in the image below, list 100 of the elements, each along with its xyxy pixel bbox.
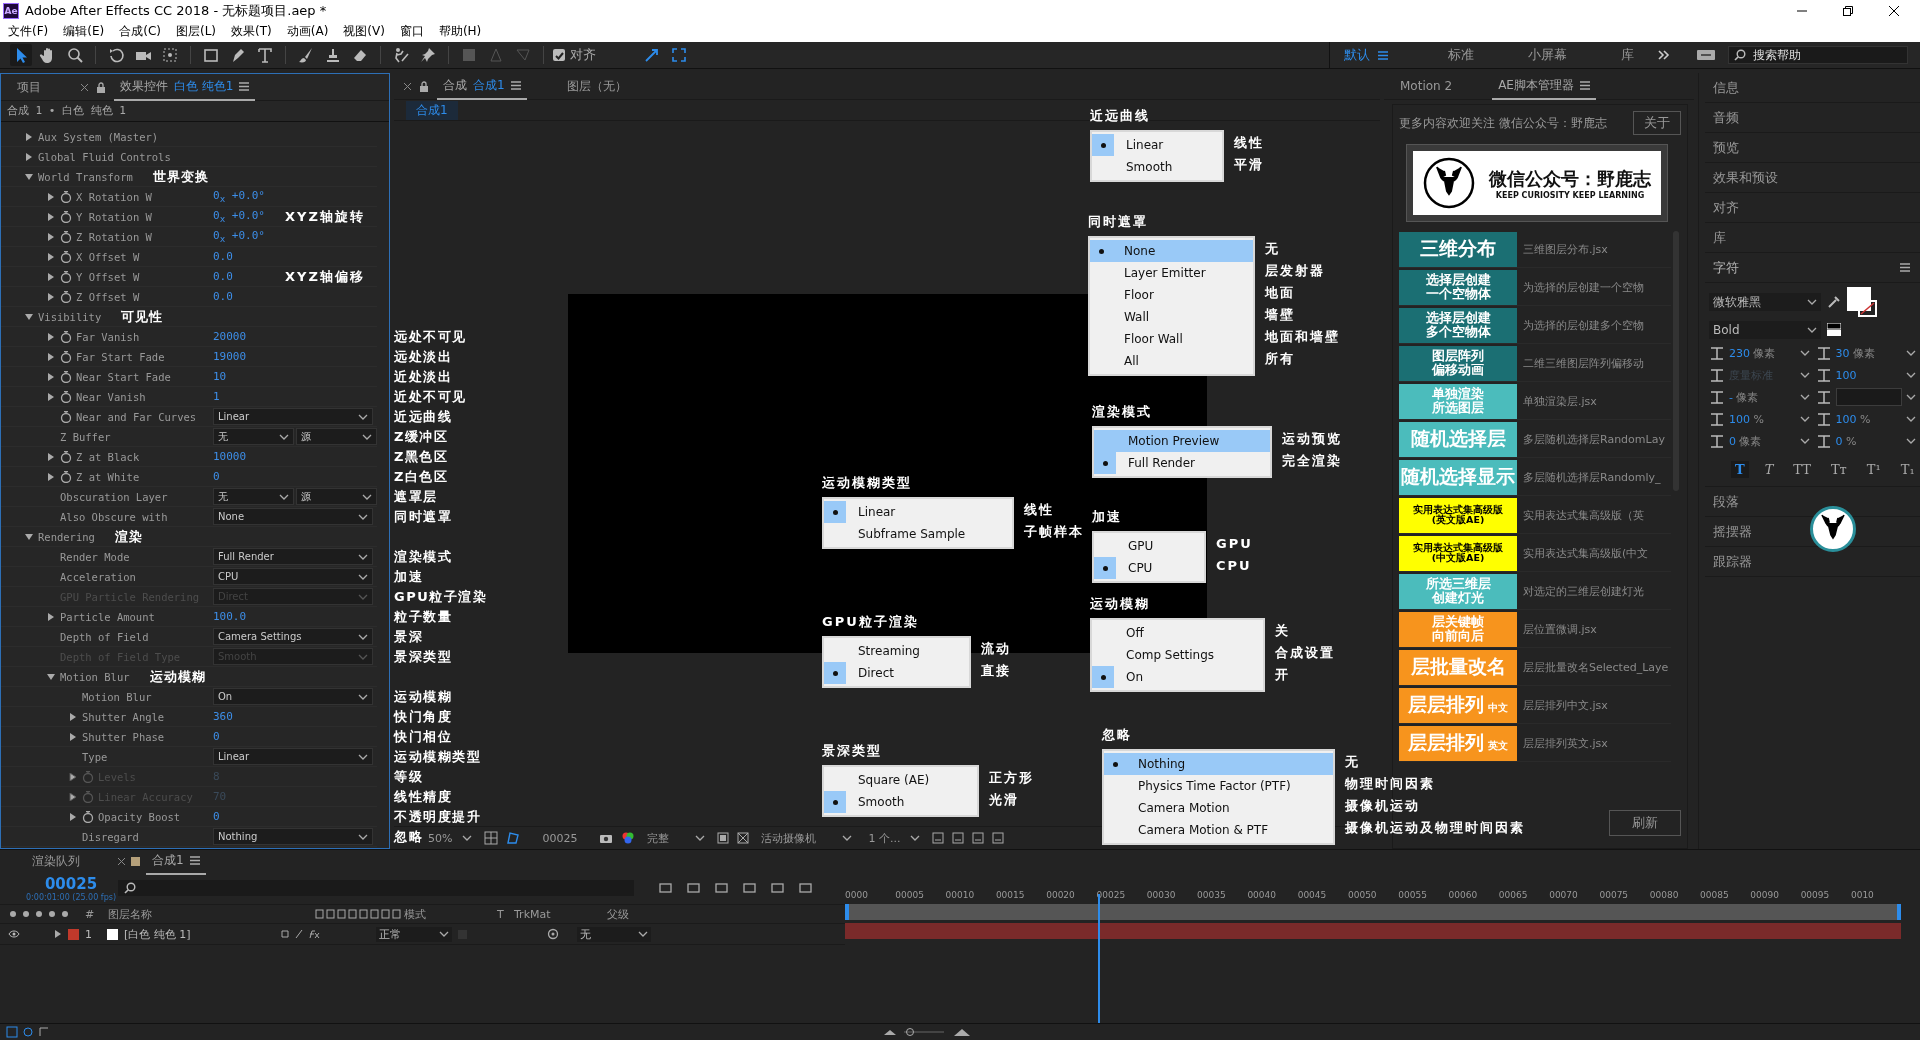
script-button[interactable]: 三维分布 <box>1399 231 1517 267</box>
text-style-button[interactable]: Tᴛ <box>1826 461 1851 478</box>
stopwatch-icon[interactable] <box>60 350 72 363</box>
panel-header[interactable]: 库 <box>1713 228 1726 247</box>
script-button[interactable]: 实用表达式集高级版 (中文版AE) <box>1399 535 1517 571</box>
menu-item[interactable]: 合成(C) <box>119 23 161 40</box>
menu-option[interactable]: Off <box>1092 622 1263 644</box>
stopwatch-icon[interactable] <box>60 230 72 243</box>
transfer-controls-icon[interactable] <box>38 1026 50 1038</box>
stopwatch-icon[interactable] <box>60 450 72 463</box>
panel-header[interactable]: 字符 <box>1713 258 1739 277</box>
collapsed-arrow-icon[interactable] <box>47 472 55 481</box>
collapsed-arrow-icon[interactable] <box>47 192 55 201</box>
collapsed-arrow-icon[interactable] <box>47 372 55 381</box>
collapsed-arrow-icon[interactable] <box>69 712 77 721</box>
column-header[interactable]: 模式 <box>404 906 494 922</box>
workspace-tab[interactable]: 默认 <box>1344 46 1370 64</box>
menu-option[interactable]: Layer Emitter <box>1090 262 1253 284</box>
menu-option[interactable]: GPU <box>1094 535 1204 557</box>
script-button[interactable]: 图层阵列 偏移动画 <box>1399 345 1517 381</box>
menu-option[interactable]: CPU <box>1094 557 1204 579</box>
text-style-button[interactable]: T₁ <box>1896 461 1919 478</box>
property-value[interactable]: 19000 <box>213 350 247 363</box>
workspace-tab[interactable]: 标准 <box>1448 46 1474 64</box>
snap-checkbox[interactable]: 对齐 <box>553 46 596 64</box>
mask-icon[interactable] <box>506 831 521 845</box>
mode-dropdown[interactable]: 正常 <box>376 926 452 942</box>
panel-tab[interactable]: 项目 <box>11 74 47 100</box>
menu-option[interactable]: Linear <box>824 501 1012 523</box>
stopwatch-icon[interactable] <box>60 330 72 343</box>
search-field[interactable] <box>118 880 634 896</box>
character-value[interactable]: 0 % <box>1835 434 1902 448</box>
collapsed-arrow-icon[interactable] <box>25 152 33 161</box>
character-value[interactable]: 100 % <box>1729 412 1796 426</box>
menu-icon[interactable] <box>189 855 200 865</box>
menu-option[interactable]: Smooth <box>824 791 977 813</box>
deer-logo-icon[interactable] <box>1810 506 1856 552</box>
collapsed-arrow-icon[interactable] <box>54 930 62 938</box>
collapsed-arrow-icon[interactable] <box>47 352 55 361</box>
eyedropper-icon[interactable] <box>1827 295 1841 309</box>
panel-header[interactable]: 摇摆器 <box>1713 522 1752 541</box>
expanded-arrow-icon[interactable] <box>25 532 33 541</box>
collapsed-arrow-icon[interactable] <box>47 392 55 401</box>
character-value[interactable]: 30 像素 <box>1835 345 1902 361</box>
current-time[interactable]: 00025 <box>44 874 98 893</box>
stopwatch-icon[interactable] <box>60 390 72 403</box>
property-value[interactable]: 0$_{x}$ +0.0° <box>213 228 265 245</box>
dropdown[interactable]: Linear <box>213 748 373 765</box>
menu-option[interactable]: Floor <box>1090 284 1253 306</box>
column-header[interactable]: # <box>85 907 105 921</box>
refresh-button[interactable]: 刷新 <box>1609 810 1681 836</box>
camera-dropdown[interactable]: 活动摄像机 <box>757 830 857 846</box>
font-dropdown[interactable]: 微软雅黑 <box>1709 293 1821 311</box>
workspace-tab[interactable]: 小屏幕 <box>1528 46 1567 64</box>
menu-option[interactable]: Camera Motion & PTF <box>1104 819 1333 841</box>
menu-option[interactable]: Streaming <box>824 640 969 662</box>
panel-tab[interactable]: 效果控件 白色 纯色1 <box>114 73 256 101</box>
menu-option[interactable]: Direct <box>824 662 969 684</box>
property-value[interactable]: 0 <box>213 470 220 483</box>
property-value[interactable]: 0 <box>213 810 220 823</box>
menu-icon[interactable] <box>1579 80 1590 90</box>
panel-tab[interactable]: 合成1 <box>146 847 206 875</box>
menu-option[interactable]: On <box>1092 666 1263 688</box>
snapshot-icon[interactable] <box>599 832 614 844</box>
stopwatch-icon[interactable] <box>60 190 72 203</box>
expanded-arrow-icon[interactable] <box>25 172 33 181</box>
menu-icon[interactable] <box>1378 50 1388 60</box>
dropdown[interactable]: CPU <box>213 568 373 585</box>
stopwatch-icon[interactable] <box>60 470 72 483</box>
dropdown[interactable]: 源 <box>296 488 377 505</box>
menu-item[interactable]: 帮助(H) <box>438 23 482 40</box>
selection-tool-icon[interactable] <box>10 44 32 66</box>
layer-switches-icon[interactable] <box>22 1026 34 1038</box>
comp-flow-icon[interactable] <box>6 1026 18 1038</box>
collapsed-arrow-icon[interactable] <box>47 212 55 221</box>
collapsed-arrow-icon[interactable] <box>47 612 55 621</box>
menu-icon[interactable] <box>239 81 250 91</box>
stopwatch-icon[interactable] <box>82 810 94 823</box>
panel-header[interactable]: 信息 <box>1713 78 1739 97</box>
font-style-dropdown[interactable]: Bold <box>1709 321 1821 339</box>
menu-option[interactable]: Wall <box>1090 306 1253 328</box>
menu-item[interactable]: 文件(F) <box>8 23 49 40</box>
menu-option[interactable]: Full Render <box>1094 452 1270 474</box>
dropdown[interactable]: Linear <box>213 408 373 425</box>
stopwatch-icon[interactable] <box>60 210 72 223</box>
panel-header[interactable]: 预览 <box>1713 138 1739 157</box>
character-value[interactable]: 100 <box>1835 368 1902 382</box>
collapsed-arrow-icon[interactable] <box>47 332 55 341</box>
column-header[interactable]: 父级 <box>607 906 667 922</box>
text-style-button[interactable]: T <box>1760 461 1778 478</box>
parent-dropdown[interactable]: 无 <box>577 926 651 942</box>
dropdown[interactable]: Full Render <box>213 548 373 565</box>
label-color-swatch[interactable] <box>68 928 79 940</box>
collapsed-arrow-icon[interactable] <box>69 732 77 741</box>
collapsed-arrow-icon[interactable] <box>69 812 77 821</box>
dropdown[interactable]: 无 <box>213 488 294 505</box>
dropdown[interactable]: Nothing <box>213 828 373 845</box>
character-value[interactable]: 230 像素 <box>1729 345 1796 361</box>
text-style-button[interactable]: T <box>1731 461 1749 478</box>
menu-icon[interactable] <box>1900 263 1910 272</box>
